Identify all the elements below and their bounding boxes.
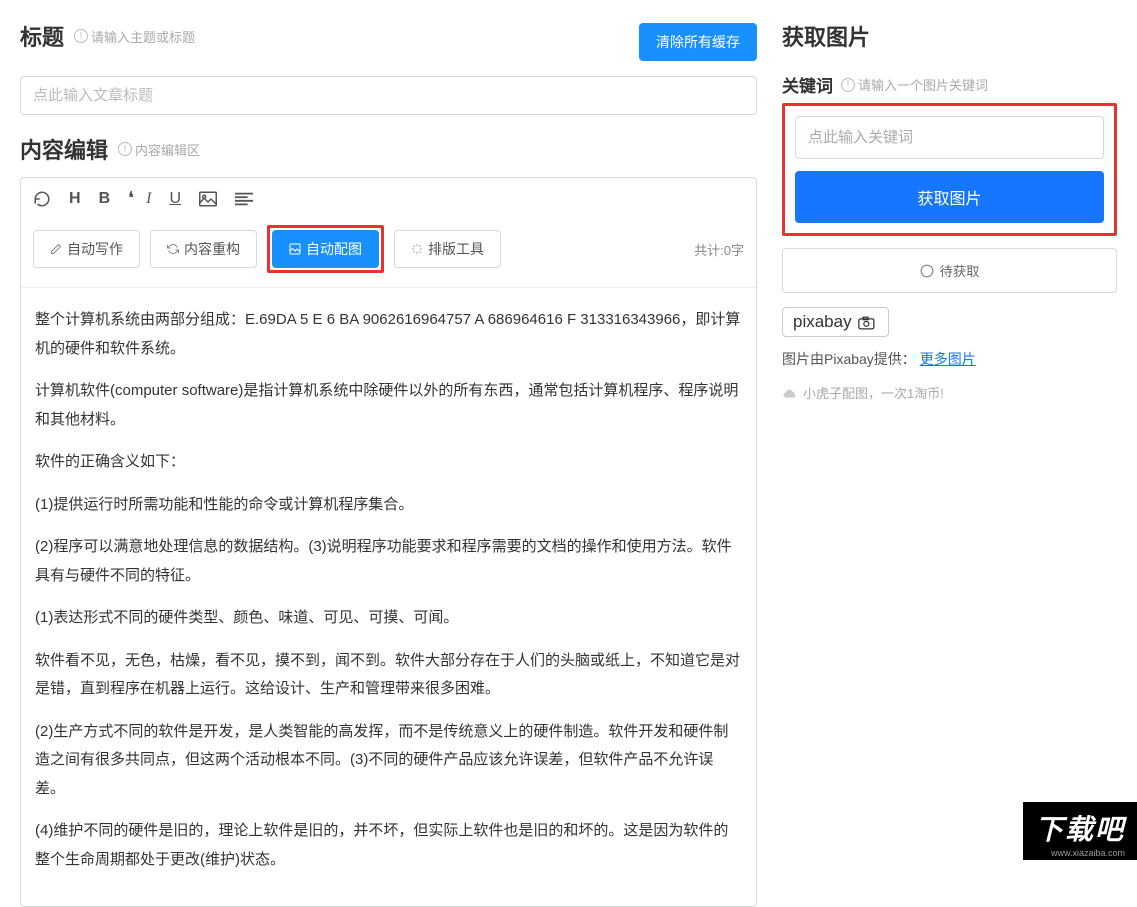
pixabay-text: pixabay [793, 312, 852, 331]
paragraph: 软件的正确含义如下： [35, 448, 742, 477]
watermark-url: www.xiazaiba.com [1035, 848, 1125, 858]
paragraph: 计算机软件(computer software)是指计算机系统中除硬件以外的所有… [35, 377, 742, 434]
restructure-button[interactable]: 内容重构 [150, 230, 257, 268]
watermark: 下载吧 www.xiazaiba.com [1023, 802, 1137, 860]
align-icon[interactable] [235, 192, 253, 206]
pixabay-logo: pixabay [782, 307, 889, 337]
image-icon[interactable] [199, 191, 217, 207]
paragraph: (2)程序可以满意地处理信息的数据结构。(3)说明程序功能要求和程序需要的文档的… [35, 533, 742, 590]
more-images-link[interactable]: 更多图片 [920, 351, 976, 367]
credit-text: 小虎子配图，一次1淘币! [782, 383, 1117, 402]
bold-button[interactable]: B [99, 190, 111, 208]
italic-button[interactable]: I [146, 190, 151, 208]
format-toolbar: H B ❛❛ I U [21, 178, 756, 219]
highlighted-keyword-box: 获取图片 [782, 103, 1117, 236]
source-prefix: 图片由Pixabay提供： [782, 351, 916, 367]
paragraph: (1)表达形式不同的硬件类型、颜色、味道、可见、可摸、可闻。 [35, 604, 742, 633]
heading-button[interactable]: H [69, 190, 81, 208]
sidebar-title: 获取图片 [782, 20, 870, 52]
layout-tool-label: 排版工具 [428, 239, 484, 259]
image-sidebar: 获取图片 关键词 ! 请输入一个图片关键词 获取图片 待获取 pixabay 图… [782, 20, 1117, 840]
content-hint-text: 内容编辑区 [135, 140, 200, 159]
info-icon: ! [841, 78, 855, 92]
auto-image-button[interactable]: 自动配图 [272, 230, 379, 268]
keyword-hint-text: 请输入一个图片关键词 [858, 75, 988, 94]
main-editor-panel: 标题 ! 请输入主题或标题 清除所有缓存 内容编辑 ! 内容编辑区 H [20, 20, 757, 840]
cloud-icon [782, 387, 798, 399]
image-source: 图片由Pixabay提供： 更多图片 [782, 349, 1117, 369]
paragraph: 整个计算机系统由两部分组成：E.69DA 5 E 6 BA 9062616964… [35, 306, 742, 363]
keyword-hint: ! 请输入一个图片关键词 [841, 75, 988, 94]
keyword-input[interactable] [795, 116, 1104, 159]
paragraph: (4)维护不同的硬件是旧的，理论上软件是旧的，并不坏，但实际上软件也是旧的和坏的… [35, 817, 742, 874]
article-title-input[interactable] [20, 76, 757, 115]
info-icon: ! [118, 142, 132, 156]
keyword-label: 关键词 [782, 72, 833, 97]
auto-write-label: 自动写作 [67, 239, 123, 259]
fetch-image-button[interactable]: 获取图片 [795, 171, 1104, 223]
paragraph: (1)提供运行时所需功能和性能的命令或计算机程序集合。 [35, 491, 742, 520]
restructure-label: 内容重构 [184, 239, 240, 259]
credit-label: 小虎子配图，一次1淘币! [803, 383, 944, 402]
pending-button[interactable]: 待获取 [782, 248, 1117, 293]
paragraph: (2)生产方式不同的软件是开发，是人类智能的高发挥，而不是传统意义上的硬件制造。… [35, 718, 742, 804]
editor-container: H B ❛❛ I U 自动写作 内容重构 [20, 177, 757, 907]
underline-button[interactable]: U [169, 190, 181, 208]
title-hint-text: 请输入主题或标题 [91, 27, 195, 46]
pending-label: 待获取 [940, 261, 980, 280]
clear-cache-button[interactable]: 清除所有缓存 [639, 23, 757, 61]
title-hint: ! 请输入主题或标题 [74, 27, 195, 46]
auto-image-label: 自动配图 [306, 239, 362, 259]
content-hint: ! 内容编辑区 [118, 140, 200, 159]
action-toolbar: 自动写作 内容重构 自动配图 排版工具 共计:0字 [21, 219, 756, 288]
highlighted-action: 自动配图 [267, 225, 384, 273]
layout-tool-button[interactable]: 排版工具 [394, 230, 501, 268]
info-icon: ! [74, 29, 88, 43]
watermark-text: 下载吧 [1035, 814, 1125, 845]
title-section-label: 标题 [20, 20, 64, 52]
paragraph: 软件看不见，无色，枯燥，看不见，摸不到，闻不到。软件大部分存在于人们的头脑或纸上… [35, 647, 742, 704]
auto-write-button[interactable]: 自动写作 [33, 230, 140, 268]
content-section-label: 内容编辑 [20, 133, 108, 165]
editor-content[interactable]: 整个计算机系统由两部分组成：E.69DA 5 E 6 BA 9062616964… [21, 288, 756, 906]
undo-icon[interactable] [33, 190, 51, 208]
word-count: 共计:0字 [694, 240, 744, 259]
